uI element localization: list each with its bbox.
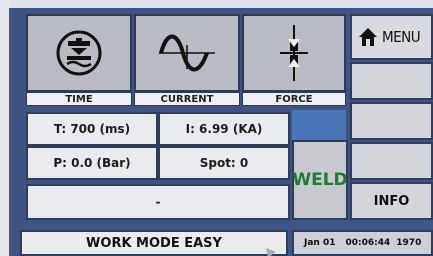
weld-indicator-bar — [292, 110, 346, 140]
sine-wave-icon — [159, 34, 215, 72]
press-icon — [56, 30, 102, 76]
tile-label-force: FORCE — [242, 92, 346, 106]
status-date: Jan 01 — [304, 238, 336, 248]
spot-readout: Spot: 0 — [158, 146, 290, 180]
right-panel-slot-1[interactable] — [350, 62, 433, 100]
force-tile-button[interactable] — [242, 14, 346, 92]
menu-label: MENU — [382, 28, 421, 46]
bezel-left — [0, 0, 9, 256]
right-panel-slot-3[interactable] — [350, 142, 433, 180]
right-panel-slot-2[interactable] — [350, 102, 433, 140]
current-readout: I: 6.99 (KA) — [158, 112, 290, 146]
status-year: 1970 — [396, 238, 422, 248]
home-icon — [359, 28, 377, 46]
time-readout: T: 700 (ms) — [26, 112, 158, 146]
time-tile-button[interactable] — [26, 14, 132, 92]
bezel-top — [0, 0, 433, 8]
status-clock: 00:06:44 — [345, 238, 391, 248]
status-bar: Jan 01 00:06:44 1970 — [292, 230, 433, 256]
menu-button[interactable]: MENU — [350, 14, 433, 60]
message-field: - — [26, 184, 290, 220]
current-tile-button[interactable] — [134, 14, 240, 92]
force-icon — [280, 25, 308, 81]
pressure-readout: P: 0.0 (Bar) — [26, 146, 158, 180]
work-mode-button[interactable]: WORK MODE EASY — [20, 230, 288, 256]
tile-label-time: TIME — [26, 92, 132, 106]
tile-label-current: CURRENT — [134, 92, 240, 106]
hmi-screen: TIME CURRENT FORCE T: 700 (ms) I: 6.99 (… — [0, 0, 433, 256]
weld-button[interactable]: WELD — [292, 140, 348, 220]
info-button[interactable]: INFO — [350, 182, 433, 220]
